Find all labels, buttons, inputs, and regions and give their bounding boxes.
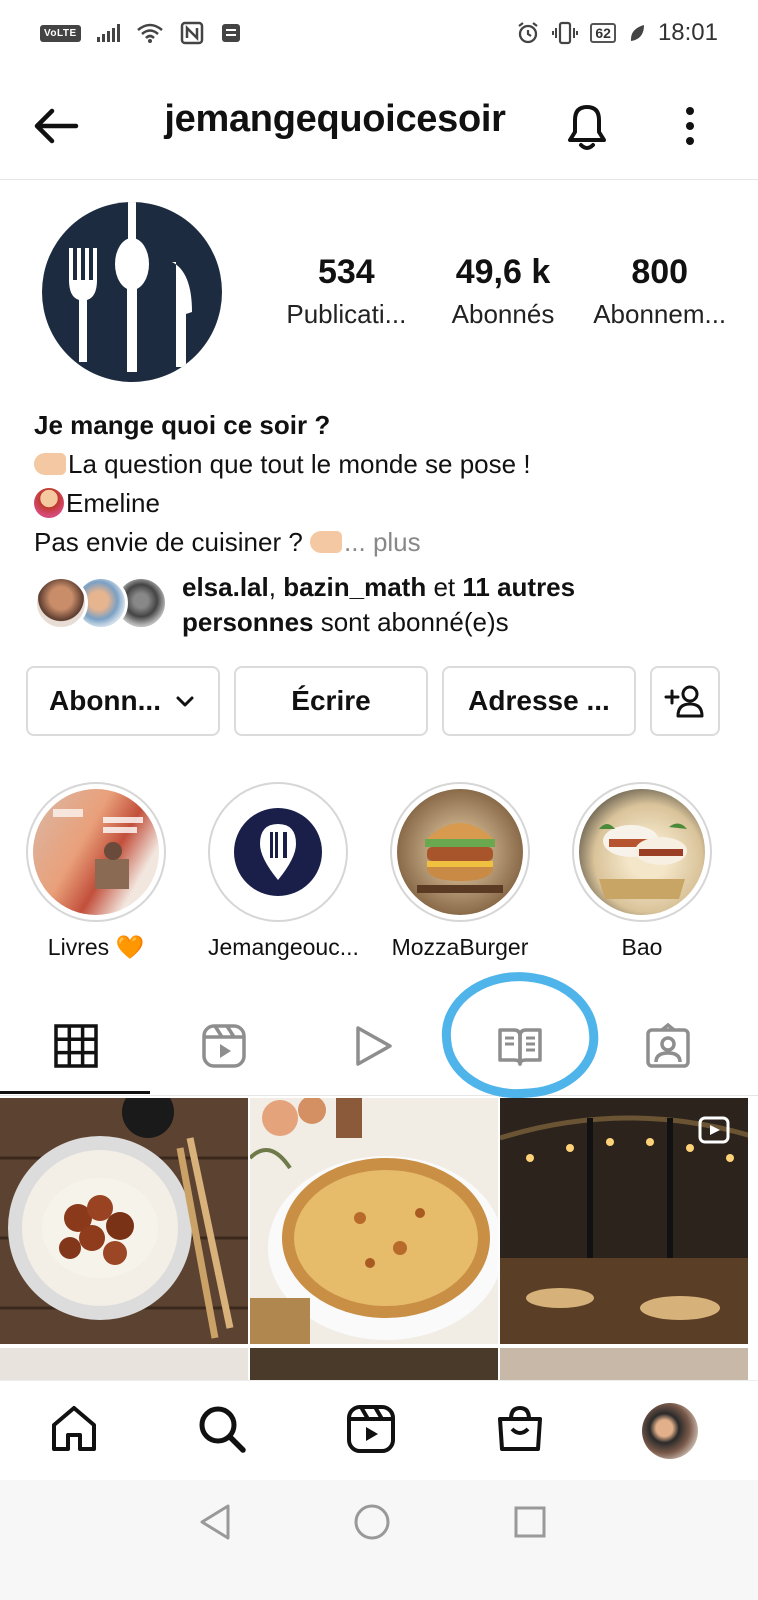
highlight-bao[interactable]: Bao — [572, 782, 712, 961]
address-button-label: Adresse ... — [468, 685, 610, 716]
system-recents-icon[interactable] — [510, 1502, 550, 1542]
mutual-followers[interactable]: elsa.lal, bazin_math et 11 autres person… — [34, 570, 734, 650]
bio-name: Je mange quoi ce soir ? — [34, 410, 331, 440]
stat-following[interactable]: 800 Abonnem... — [581, 252, 738, 336]
message-notification-icon — [221, 24, 240, 42]
grid-icon[interactable] — [52, 1022, 100, 1070]
status-bar: VoLTE 62 18:01 — [0, 0, 758, 66]
system-navigation-bar — [0, 1480, 758, 1600]
home-icon[interactable] — [48, 1403, 100, 1455]
chevron-down-icon — [176, 696, 194, 707]
message-button-label: Écrire — [291, 685, 371, 716]
posts-label: Publicati... — [286, 299, 407, 329]
post-thumbnail[interactable] — [250, 1098, 498, 1344]
bio-line-2: Emeline — [66, 488, 160, 518]
add-person-icon — [664, 685, 704, 718]
bio-line-1: La question que tout le monde se pose ! — [68, 449, 531, 479]
highlight-cover — [397, 789, 523, 915]
highlight-cover — [215, 789, 341, 915]
profile-header: jemangequoicesoir — [0, 72, 758, 180]
shop-icon[interactable] — [494, 1403, 546, 1455]
post-thumbnail[interactable] — [0, 1348, 248, 1380]
profile-avatar[interactable] — [42, 202, 222, 382]
search-icon[interactable] — [196, 1403, 248, 1455]
highlight-label: Livres 🧡 — [47, 934, 145, 960]
pointing-hand-icon — [34, 453, 66, 475]
stat-followers[interactable]: 49,6 k Abonnés — [425, 252, 582, 336]
post-thumbnail[interactable] — [250, 1348, 498, 1380]
system-home-icon[interactable] — [352, 1502, 392, 1542]
profile-bio: Je mange quoi ce soir ? La question que … — [34, 406, 734, 562]
signal-icon — [96, 24, 120, 42]
highlight-label: Bao — [621, 934, 663, 960]
active-tab-indicator — [0, 1091, 150, 1094]
following-label: Abonnem... — [593, 299, 727, 329]
mutual-follower-2[interactable]: bazin_math — [283, 572, 426, 602]
video-icon[interactable] — [348, 1022, 396, 1070]
location-cutlery-icon — [234, 808, 322, 896]
highlight-cover — [579, 789, 705, 915]
highlight-label: Jemangeouc... — [208, 934, 359, 960]
profile-stats: 534 Publicati... 49,6 k Abonnés 800 Abon… — [268, 252, 738, 336]
bottom-navigation — [0, 1380, 758, 1480]
stat-posts[interactable]: 534 Publicati... — [268, 252, 425, 336]
reels-icon[interactable] — [345, 1403, 397, 1455]
following-button[interactable]: Abonn... — [26, 666, 220, 736]
follow-suffix: sont abonné(e)s — [313, 607, 509, 637]
more-options-icon[interactable] — [668, 100, 712, 152]
persons-text: personnes — [182, 607, 314, 637]
battery-saver-icon — [630, 25, 644, 41]
page-title: jemangequoicesoir — [164, 98, 506, 140]
notification-bell-icon[interactable] — [562, 98, 612, 154]
followers-label: Abonnés — [451, 299, 555, 329]
post-thumbnail[interactable] — [0, 1098, 248, 1344]
highlight-label: MozzaBurger — [391, 934, 529, 960]
pointing-hand-icon — [310, 531, 343, 553]
followers-count: 49,6 k — [455, 253, 551, 291]
post-thumbnail[interactable] — [500, 1348, 748, 1380]
alarm-icon — [518, 22, 539, 44]
others-count: 11 autres — [462, 572, 576, 602]
highlight-cover — [33, 789, 159, 915]
clock: 18:01 — [657, 19, 718, 46]
mutual-follower-1[interactable]: elsa.lal — [182, 572, 269, 602]
battery-indicator: 62 — [590, 23, 616, 43]
profile-avatar-tab[interactable] — [642, 1403, 698, 1459]
volte-badge: VoLTE — [40, 24, 81, 42]
following-count: 800 — [631, 253, 689, 291]
follower-avatar — [34, 576, 88, 630]
address-button[interactable]: Adresse ... — [442, 666, 636, 736]
posts-grid — [0, 1098, 758, 1380]
cutlery-logo — [69, 202, 192, 372]
reels-icon[interactable] — [200, 1022, 248, 1070]
tagged-icon[interactable] — [644, 1022, 692, 1070]
posts-count: 534 — [317, 253, 375, 291]
vibrate-icon — [552, 21, 579, 45]
bio-more-link[interactable]: ... plus — [344, 527, 421, 557]
highlight-jemangeoucesoir[interactable]: Jemangeouc... — [208, 782, 359, 961]
message-button[interactable]: Écrire — [234, 666, 428, 736]
highlight-livres[interactable]: Livres 🧡 — [26, 782, 166, 961]
person-tipping-hand-icon — [34, 488, 64, 518]
system-back-icon[interactable] — [196, 1502, 236, 1542]
separator-text: , — [268, 572, 284, 602]
post-thumbnail[interactable] — [500, 1098, 748, 1344]
wifi-icon — [136, 23, 163, 43]
following-button-label: Abonn... — [49, 685, 161, 716]
nfc-icon — [180, 21, 203, 45]
and-text: et — [426, 572, 463, 602]
profile-tabs — [0, 1000, 758, 1096]
highlight-mozzaburger[interactable]: MozzaBurger — [390, 782, 530, 961]
add-user-button[interactable] — [650, 666, 720, 736]
bio-line-3: Pas envie de cuisiner ? — [34, 527, 311, 557]
